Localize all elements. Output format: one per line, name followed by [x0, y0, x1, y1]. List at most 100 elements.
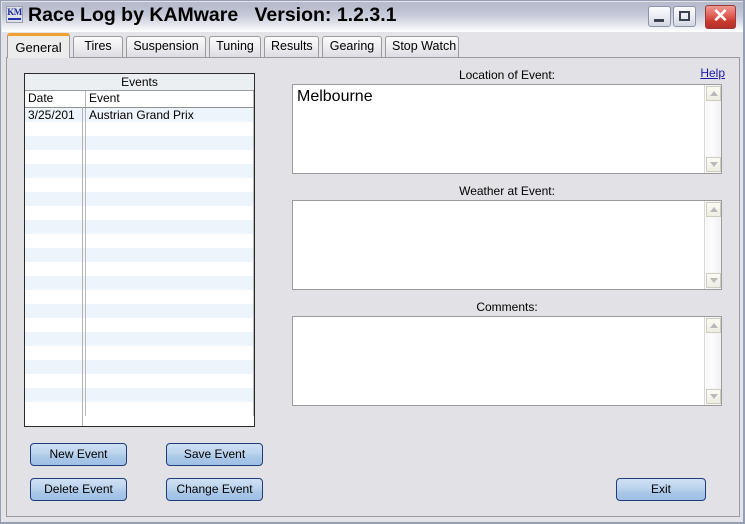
scroll-up-icon[interactable]: [706, 86, 721, 101]
cell-event: [86, 136, 254, 150]
table-row[interactable]: [25, 290, 254, 304]
close-button[interactable]: ✕: [705, 5, 736, 29]
cell-event: [86, 248, 254, 262]
table-row[interactable]: [25, 234, 254, 248]
events-grid-caption: Events: [25, 74, 254, 91]
textarea-location-of-event[interactable]: Melbourne: [292, 84, 722, 174]
cell-event: [86, 164, 254, 178]
cell-date: [25, 136, 86, 150]
cell-date: [25, 178, 86, 192]
scrollbar-track[interactable]: [706, 218, 720, 272]
cell-event: [86, 192, 254, 206]
label-comments: Comments:: [476, 300, 538, 314]
scrollbar-track[interactable]: [706, 102, 720, 156]
tab-tires[interactable]: Tires: [73, 36, 123, 57]
scroll-up-icon[interactable]: [706, 202, 721, 217]
application-window: KM Race Log by KAMware Version: 1.2.3.1 …: [0, 0, 745, 524]
table-row[interactable]: [25, 276, 254, 290]
table-row[interactable]: [25, 346, 254, 360]
cell-event: [86, 276, 254, 290]
cell-event: [86, 150, 254, 164]
textarea-comments[interactable]: [292, 316, 722, 406]
chevron-down-icon: [710, 394, 718, 399]
delete-event-button[interactable]: Delete Event: [30, 478, 127, 501]
cell-date: [25, 150, 86, 164]
table-row[interactable]: [25, 248, 254, 262]
cell-date: [25, 318, 86, 332]
chevron-up-icon: [710, 207, 718, 212]
cell-date: [25, 304, 86, 318]
change-event-button[interactable]: Change Event: [166, 478, 263, 501]
cell-date: 3/25/201: [25, 108, 86, 122]
cell-event: [86, 402, 254, 416]
tab-suspension[interactable]: Suspension: [126, 36, 206, 57]
textarea-value-weather-at-event[interactable]: [293, 201, 704, 289]
table-row[interactable]: [25, 136, 254, 150]
textarea-value-location-of-event[interactable]: Melbourne: [293, 85, 704, 173]
table-row[interactable]: [25, 360, 254, 374]
textarea-weather-at-event[interactable]: [292, 200, 722, 290]
cell-event: [86, 178, 254, 192]
table-row[interactable]: [25, 332, 254, 346]
cell-date: [25, 346, 86, 360]
new-event-button[interactable]: New Event: [30, 443, 127, 466]
cell-event: [86, 290, 254, 304]
scrollbar-comments[interactable]: [704, 317, 721, 405]
scrollbar-location-of-event[interactable]: [704, 85, 721, 173]
table-row[interactable]: [25, 374, 254, 388]
table-row[interactable]: [25, 318, 254, 332]
tab-stop-watch[interactable]: Stop Watch: [385, 36, 459, 57]
scrollbar-track[interactable]: [706, 334, 720, 388]
scrollbar-weather-at-event[interactable]: [704, 201, 721, 289]
scroll-up-icon[interactable]: [706, 318, 721, 333]
maximize-icon: [679, 11, 690, 21]
table-row[interactable]: [25, 262, 254, 276]
cell-date: [25, 206, 86, 220]
scroll-down-icon[interactable]: [706, 389, 721, 404]
maximize-button[interactable]: [673, 6, 696, 27]
table-row[interactable]: [25, 164, 254, 178]
tab-general[interactable]: General: [7, 33, 70, 58]
table-row[interactable]: [25, 304, 254, 318]
events-grid[interactable]: Events Date Event 3/25/201 Austrian Grand…: [24, 73, 255, 427]
cell-event: [86, 360, 254, 374]
minimize-button[interactable]: [648, 6, 671, 27]
table-row[interactable]: 3/25/201 Austrian Grand Prix: [25, 108, 254, 122]
scroll-down-icon[interactable]: [706, 157, 721, 172]
cell-date: [25, 234, 86, 248]
tab-strip: General Tires Suspension Tuning Results Geari…: [2, 33, 743, 58]
textarea-value-comments[interactable]: [293, 317, 704, 405]
cell-date: [25, 374, 86, 388]
label-weather-at-event: Weather at Event:: [459, 184, 555, 198]
column-header-event[interactable]: Event: [86, 91, 254, 107]
tab-gearing[interactable]: Gearing: [322, 36, 382, 57]
cell-event: [86, 374, 254, 388]
save-event-button[interactable]: Save Event: [166, 443, 263, 466]
cell-event: [86, 346, 254, 360]
tab-results[interactable]: Results: [264, 36, 319, 57]
cell-date: [25, 388, 86, 402]
column-header-date[interactable]: Date: [25, 91, 86, 107]
title-bar: KM Race Log by KAMware Version: 1.2.3.1 …: [2, 2, 743, 32]
table-row[interactable]: [25, 150, 254, 164]
table-row[interactable]: [25, 206, 254, 220]
cell-date: [25, 402, 86, 416]
chevron-down-icon: [710, 278, 718, 283]
cell-date: [25, 164, 86, 178]
table-row[interactable]: [25, 388, 254, 402]
close-icon: ✕: [712, 6, 729, 27]
cell-date: [25, 122, 86, 136]
cell-event: [86, 122, 254, 136]
table-row[interactable]: [25, 220, 254, 234]
tab-tuning[interactable]: Tuning: [209, 36, 261, 57]
cell-event: Austrian Grand Prix: [86, 108, 254, 122]
exit-button[interactable]: Exit: [616, 478, 706, 501]
table-row[interactable]: [25, 192, 254, 206]
table-row[interactable]: [25, 122, 254, 136]
minimize-icon: [654, 19, 664, 22]
table-row[interactable]: [25, 178, 254, 192]
cell-date: [25, 248, 86, 262]
window-title: Race Log by KAMware Version: 1.2.3.1: [28, 4, 397, 26]
table-row[interactable]: [25, 402, 254, 416]
scroll-down-icon[interactable]: [706, 273, 721, 288]
